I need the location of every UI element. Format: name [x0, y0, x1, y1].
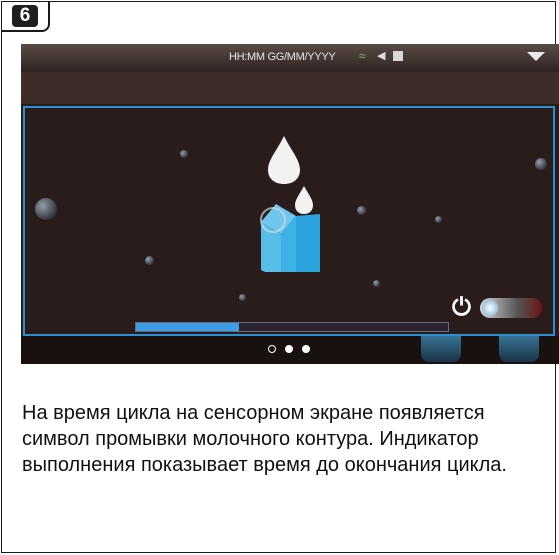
- header-band: [21, 72, 559, 104]
- cup-decoration: [421, 336, 461, 362]
- page-dot[interactable]: [268, 345, 276, 353]
- speaker-icon: ◀: [377, 50, 386, 62]
- bubble-decoration: [145, 256, 154, 265]
- bubble-decoration: [373, 280, 380, 287]
- cup-decoration: [499, 336, 539, 362]
- step-number: 6: [12, 5, 38, 27]
- caption-text: На время цикла на сенсорном экране появл…: [22, 402, 507, 476]
- dropdown-arrow-icon[interactable]: [527, 52, 545, 61]
- step-badge: 6: [2, 2, 50, 32]
- touchscreen: HH:MM GG/MM/YYYY ≈ ◀ ⏻: [21, 44, 559, 364]
- milk-circuit-rinse-icon: [246, 132, 346, 280]
- power-icon[interactable]: ⏻: [452, 296, 476, 320]
- wifi-icon: ≈: [359, 49, 366, 63]
- instruction-card: 6 HH:MM GG/MM/YYYY ≈ ◀ ⏻ На время цикла …: [1, 1, 559, 553]
- progress-bar: [135, 322, 449, 332]
- page-indicator: [268, 345, 310, 353]
- toggle-knob[interactable]: [482, 300, 498, 316]
- bubble-decoration: [239, 294, 246, 301]
- bubble-decoration: [357, 206, 366, 215]
- power-toggle[interactable]: [480, 298, 542, 318]
- page-dot[interactable]: [302, 345, 310, 353]
- progress-fill: [136, 323, 239, 331]
- bubble-decoration: [35, 198, 57, 220]
- rinse-panel: ⏻: [23, 106, 555, 336]
- page-dot[interactable]: [285, 345, 293, 353]
- bubble-decoration: [180, 150, 188, 158]
- status-bar: HH:MM GG/MM/YYYY ≈ ◀: [21, 44, 559, 72]
- bottom-bar: [21, 336, 559, 364]
- bubble-decoration: [535, 158, 547, 170]
- cup-icon: [393, 51, 403, 61]
- status-time: HH:MM GG/MM/YYYY: [229, 51, 336, 63]
- bubble-decoration: [435, 216, 442, 223]
